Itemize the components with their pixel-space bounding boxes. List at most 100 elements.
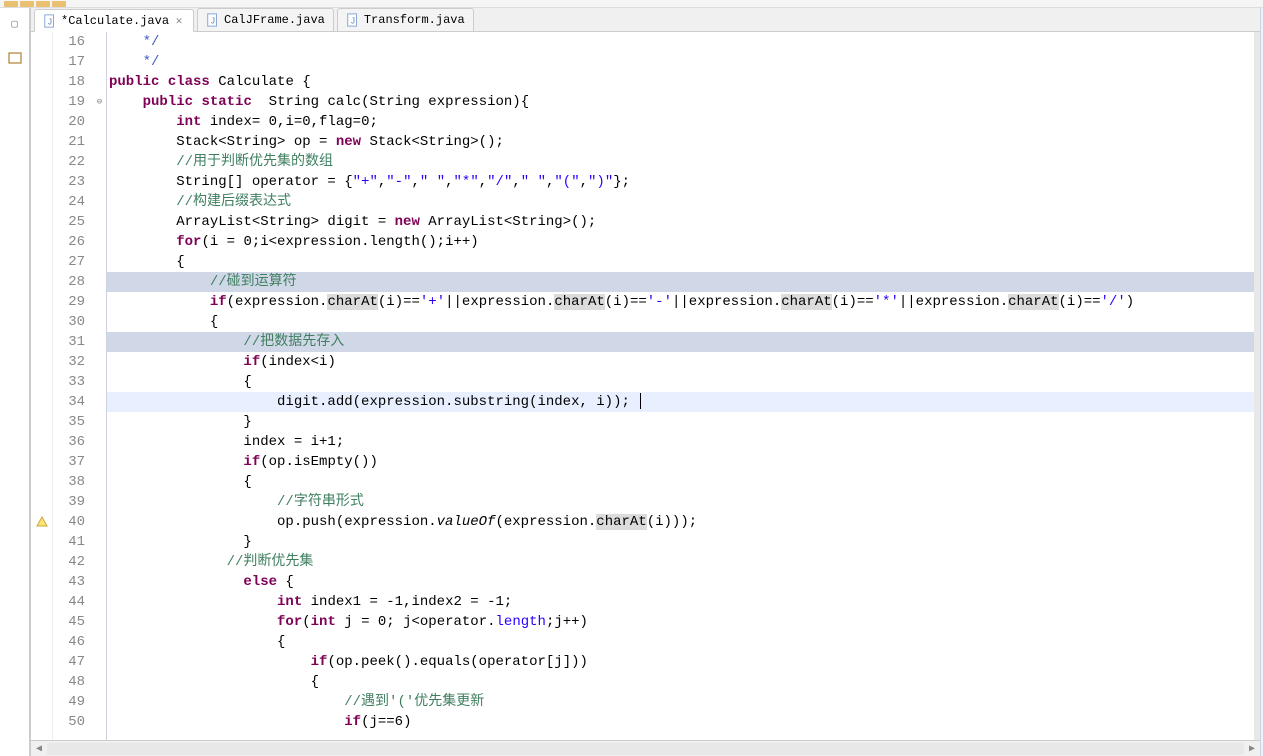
code-line[interactable]: op.push(expression.valueOf(expression.ch…	[107, 512, 1254, 532]
close-icon[interactable]: ✕	[173, 15, 185, 27]
scroll-track[interactable]	[47, 743, 1244, 755]
fold-marker[interactable]	[93, 592, 106, 612]
code-line[interactable]: {	[107, 312, 1254, 332]
fold-marker[interactable]	[93, 372, 106, 392]
ruler-marker[interactable]	[31, 132, 52, 152]
scroll-right-arrow[interactable]: ▶	[1244, 743, 1260, 755]
code-line[interactable]: if(index<i)	[107, 352, 1254, 372]
horizontal-scrollbar[interactable]: ◀ ▶	[31, 740, 1260, 756]
fold-marker[interactable]	[93, 392, 106, 412]
editor-tab[interactable]: JCalJFrame.java	[197, 8, 334, 31]
fold-marker[interactable]	[93, 152, 106, 172]
fold-marker[interactable]	[93, 32, 106, 52]
code-line[interactable]: //判断优先集	[107, 552, 1254, 572]
code-line[interactable]: */	[107, 32, 1254, 52]
ruler-marker[interactable]	[31, 172, 52, 192]
fold-marker[interactable]	[93, 712, 106, 732]
code-line[interactable]: }	[107, 532, 1254, 552]
code-line[interactable]: if(op.peek().equals(operator[j]))	[107, 652, 1254, 672]
ruler-marker[interactable]	[31, 152, 52, 172]
editor-tab[interactable]: J*Calculate.java✕	[34, 9, 194, 32]
code-line[interactable]: }	[107, 412, 1254, 432]
fold-marker[interactable]	[93, 572, 106, 592]
fold-marker[interactable]	[93, 72, 106, 92]
ruler-marker[interactable]	[31, 192, 52, 212]
fold-marker[interactable]	[93, 232, 106, 252]
fold-marker[interactable]	[93, 512, 106, 532]
scroll-left-arrow[interactable]: ◀	[31, 743, 47, 755]
fold-marker[interactable]	[93, 332, 106, 352]
fold-marker[interactable]	[93, 52, 106, 72]
ruler-marker[interactable]	[31, 292, 52, 312]
warning-icon[interactable]	[31, 512, 52, 532]
code-line[interactable]: String[] operator = {"+","-"," ","*","/"…	[107, 172, 1254, 192]
code-line[interactable]: if(op.isEmpty())	[107, 452, 1254, 472]
ruler-marker[interactable]	[31, 552, 52, 572]
fold-marker[interactable]	[93, 632, 106, 652]
code-line[interactable]: for(i = 0;i<expression.length();i++)	[107, 232, 1254, 252]
fold-gutter[interactable]: ⊖	[93, 32, 107, 740]
ruler-marker[interactable]	[31, 252, 52, 272]
ruler-marker[interactable]	[31, 712, 52, 732]
code-line[interactable]: public class Calculate {	[107, 72, 1254, 92]
toolbar-item[interactable]	[20, 1, 34, 7]
ruler-marker[interactable]	[31, 112, 52, 132]
toolbar-item[interactable]	[36, 1, 50, 7]
code-line[interactable]: int index= 0,i=0,flag=0;	[107, 112, 1254, 132]
code-line[interactable]: {	[107, 472, 1254, 492]
ruler-marker[interactable]	[31, 52, 52, 72]
ruler-marker[interactable]	[31, 432, 52, 452]
toolbar-item[interactable]	[52, 1, 66, 7]
ruler-marker[interactable]	[31, 32, 52, 52]
overview-ruler[interactable]	[1254, 32, 1260, 740]
code-line[interactable]: //碰到运算符	[107, 272, 1254, 292]
ruler-marker[interactable]	[31, 232, 52, 252]
ruler-marker[interactable]	[31, 272, 52, 292]
fold-marker[interactable]	[93, 312, 106, 332]
fold-marker[interactable]	[93, 212, 106, 232]
code-line[interactable]: Stack<String> op = new Stack<String>();	[107, 132, 1254, 152]
minimize-view-icon[interactable]: ▢	[7, 16, 23, 32]
code-line[interactable]: {	[107, 252, 1254, 272]
code-line[interactable]: //构建后缀表达式	[107, 192, 1254, 212]
fold-marker[interactable]	[93, 472, 106, 492]
fold-marker[interactable]	[93, 192, 106, 212]
fold-marker[interactable]	[93, 412, 106, 432]
fold-marker[interactable]	[93, 292, 106, 312]
fold-marker[interactable]	[93, 452, 106, 472]
fold-marker[interactable]	[93, 172, 106, 192]
ruler-marker[interactable]	[31, 652, 52, 672]
ruler-marker[interactable]	[31, 572, 52, 592]
fold-marker[interactable]	[93, 492, 106, 512]
editor-tab[interactable]: JTransform.java	[337, 8, 474, 31]
code-line[interactable]: //遇到'('优先集更新	[107, 692, 1254, 712]
ruler-marker[interactable]	[31, 592, 52, 612]
code-body[interactable]: */ */public class Calculate { public sta…	[107, 32, 1254, 740]
ruler-marker[interactable]	[31, 72, 52, 92]
ruler-marker[interactable]	[31, 412, 52, 432]
code-editor[interactable]: 1617181920212223242526272829303132333435…	[31, 32, 1260, 740]
fold-marker[interactable]	[93, 612, 106, 632]
code-line[interactable]: index = i+1;	[107, 432, 1254, 452]
ruler-marker[interactable]	[31, 612, 52, 632]
fold-marker[interactable]	[93, 532, 106, 552]
code-line[interactable]: for(int j = 0; j<operator.length;j++)	[107, 612, 1254, 632]
code-line[interactable]: //用于判断优先集的数组	[107, 152, 1254, 172]
ruler-marker[interactable]	[31, 92, 52, 112]
fold-marker[interactable]	[93, 692, 106, 712]
ruler-marker[interactable]	[31, 312, 52, 332]
code-line[interactable]: if(j==6)	[107, 712, 1254, 732]
ruler-marker[interactable]	[31, 212, 52, 232]
ruler-marker[interactable]	[31, 672, 52, 692]
ruler-marker[interactable]	[31, 352, 52, 372]
toolbar-item[interactable]	[4, 1, 18, 7]
code-line[interactable]: //字符串形式	[107, 492, 1254, 512]
code-line[interactable]: */	[107, 52, 1254, 72]
code-line[interactable]: {	[107, 372, 1254, 392]
fold-marker[interactable]	[93, 352, 106, 372]
fold-marker[interactable]	[93, 672, 106, 692]
fold-marker[interactable]	[93, 132, 106, 152]
code-line[interactable]: int index1 = -1,index2 = -1;	[107, 592, 1254, 612]
fold-marker[interactable]	[93, 272, 106, 292]
ruler-marker[interactable]	[31, 472, 52, 492]
